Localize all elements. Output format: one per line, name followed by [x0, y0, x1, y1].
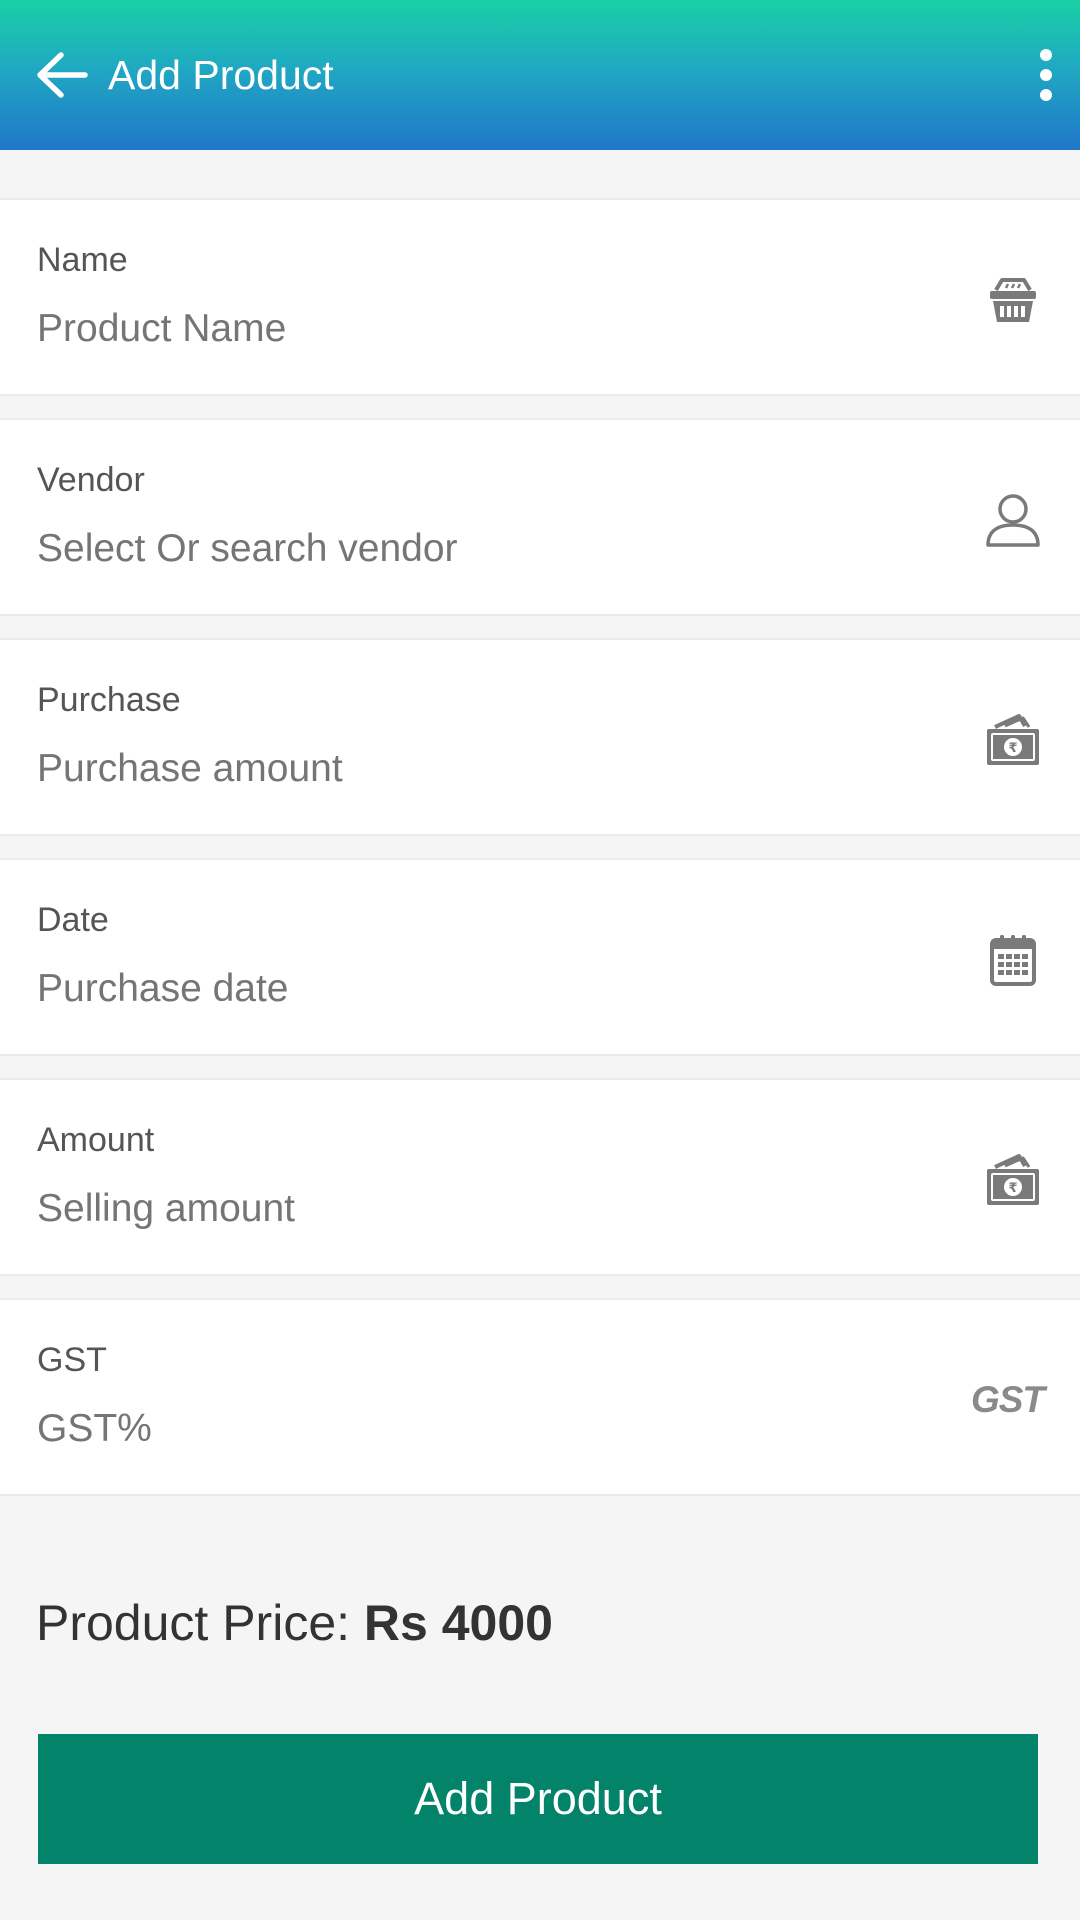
svg-text:₹: ₹	[1008, 741, 1017, 756]
person-icon	[984, 492, 1042, 548]
purchase-label: Purchase	[37, 681, 181, 719]
gst-percent-input[interactable]	[37, 1406, 937, 1452]
gst-label: GST	[37, 1341, 107, 1379]
more-options-button[interactable]	[1024, 40, 1068, 110]
money-icon: ₹	[984, 712, 1042, 768]
gst-field: GST GST	[0, 1298, 1080, 1496]
product-price-summary: Product Price: Rs 4000	[36, 1594, 553, 1652]
vendor-search-input[interactable]	[37, 526, 937, 572]
add-product-button[interactable]: Add Product	[38, 1734, 1038, 1864]
basket-icon	[984, 272, 1042, 328]
amount-field: Amount ₹	[0, 1078, 1080, 1276]
vendor-field: Vendor	[0, 418, 1080, 616]
date-label: Date	[37, 901, 109, 939]
money-icon: ₹	[984, 1152, 1042, 1208]
svg-text:₹: ₹	[1008, 1181, 1017, 1196]
vendor-label: Vendor	[37, 461, 145, 499]
arrow-back-icon	[37, 52, 88, 98]
product-price-label: Product Price:	[36, 1595, 364, 1651]
more-vert-icon-dot	[1040, 89, 1052, 101]
amount-label: Amount	[37, 1121, 155, 1159]
name-label: Name	[37, 241, 128, 279]
more-vert-icon	[1040, 49, 1052, 61]
app-bar: Add Product	[0, 0, 1080, 150]
calendar-icon	[984, 932, 1042, 988]
purchase-amount-input[interactable]	[37, 746, 937, 792]
name-field: Name	[0, 198, 1080, 396]
date-field: Date	[0, 858, 1080, 1056]
page-title: Add Product	[108, 52, 334, 98]
gst-icon: GST	[970, 1379, 1045, 1420]
purchase-field: Purchase ₹	[0, 638, 1080, 836]
selling-amount-input[interactable]	[37, 1186, 937, 1232]
product-name-input[interactable]	[37, 306, 937, 352]
product-price-value: Rs 4000	[363, 1595, 553, 1651]
purchase-date-input[interactable]	[37, 966, 937, 1012]
more-vert-icon-dot	[1040, 69, 1052, 81]
back-button[interactable]	[32, 45, 92, 105]
